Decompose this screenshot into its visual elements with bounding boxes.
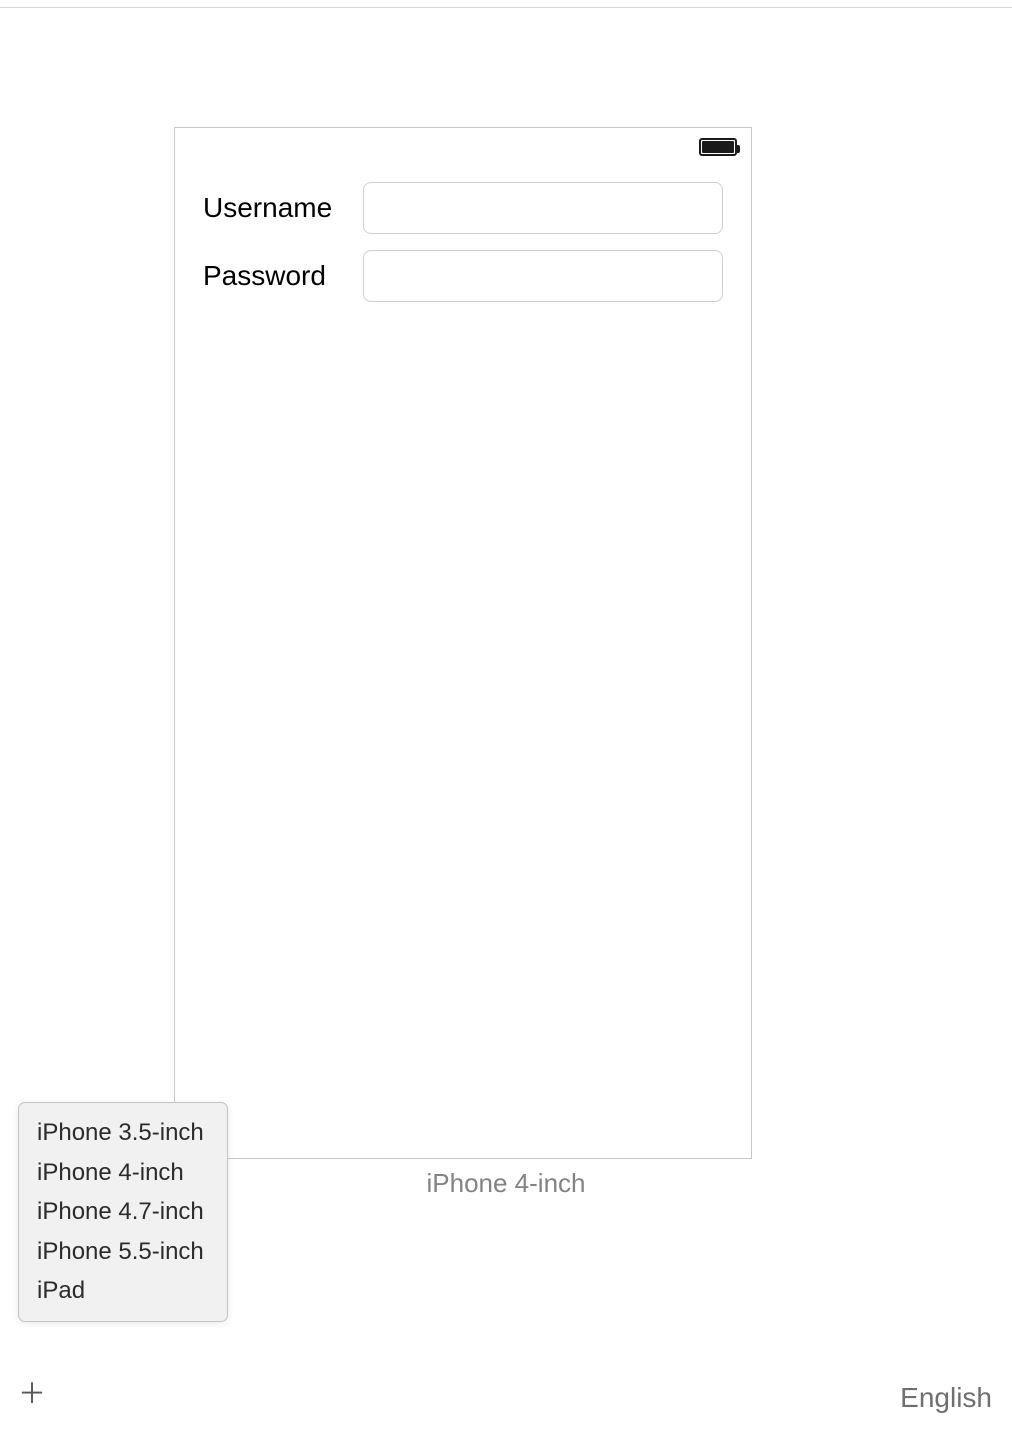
- device-menu-item[interactable]: iPhone 4-inch: [19, 1153, 227, 1193]
- device-menu-item[interactable]: iPad: [19, 1271, 227, 1311]
- login-form: Username Password: [175, 128, 751, 302]
- password-row: Password: [203, 250, 723, 302]
- device-menu-item[interactable]: iPhone 3.5-inch: [19, 1113, 227, 1153]
- device-preview-frame: Username Password: [174, 127, 752, 1159]
- device-menu-item[interactable]: iPhone 4.7-inch: [19, 1192, 227, 1232]
- device-size-menu: iPhone 3.5-inch iPhone 4-inch iPhone 4.7…: [18, 1102, 228, 1322]
- add-button[interactable]: ＋: [18, 1380, 46, 1408]
- language-selector[interactable]: English: [900, 1382, 992, 1414]
- username-label: Username: [203, 192, 363, 224]
- status-bar: [699, 138, 737, 156]
- password-label: Password: [203, 260, 363, 292]
- device-menu-item[interactable]: iPhone 5.5-inch: [19, 1232, 227, 1272]
- password-input[interactable]: [363, 250, 723, 302]
- battery-icon: [699, 138, 737, 156]
- username-input[interactable]: [363, 182, 723, 234]
- username-row: Username: [203, 182, 723, 234]
- window-divider: [0, 7, 1012, 8]
